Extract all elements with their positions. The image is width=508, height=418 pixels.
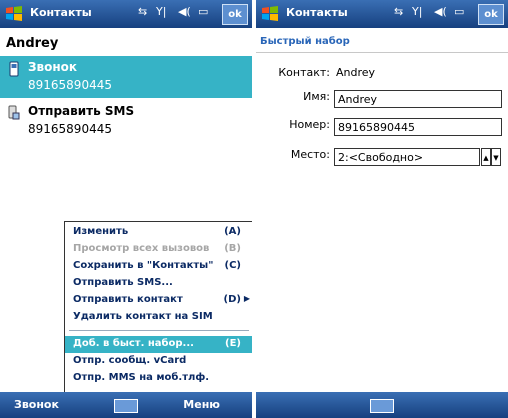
menu-item-label: Просмотр всех вызовов: [73, 243, 210, 254]
contact-value: Andrey: [336, 66, 376, 79]
menu-item-label: Доб. в быст. набор...: [73, 338, 194, 349]
ok-button[interactable]: ok: [478, 4, 504, 25]
menu-item-delete-sim-contact[interactable]: Удалить контакт на SIM: [65, 309, 252, 326]
contact-label: Контакт:: [278, 66, 330, 79]
submenu-arrow-icon: ▶: [243, 294, 250, 303]
contact-name: Andrey: [6, 36, 59, 51]
menu-item-label: Изменить: [73, 226, 129, 237]
softkey-right-button[interactable]: Меню: [183, 398, 220, 411]
menu-item-add-speed-dial[interactable]: Доб. в быст. набор... (E): [65, 336, 252, 353]
battery-icon[interactable]: ▭: [454, 5, 464, 18]
menu-item-save-to-contacts[interactable]: Сохранить в "Контакты" (C): [65, 258, 252, 275]
menu-item-key: (E): [225, 338, 241, 349]
keyboard-icon[interactable]: [114, 399, 138, 413]
menu-item-label: Удалить контакт на SIM: [73, 311, 213, 322]
name-label: Имя:: [303, 90, 330, 103]
menu-item-key: (B): [224, 243, 241, 254]
list-item-send-sms[interactable]: Отправить SMS 89165890445: [0, 100, 252, 142]
number-field[interactable]: 89165890445: [334, 118, 502, 136]
keyboard-icon[interactable]: [370, 399, 394, 413]
connectivity-icon[interactable]: ⇆: [394, 5, 403, 18]
list-item-label: Отправить SMS: [28, 104, 135, 118]
windows-start-icon[interactable]: [4, 4, 24, 24]
contact-details-screen: Контакты ⇆ Y| ◀( ▭ ok Andrey Звонок 8916…: [0, 0, 252, 418]
ok-button[interactable]: ok: [222, 4, 248, 25]
phone-icon: [9, 61, 19, 77]
signal-icon[interactable]: Y|: [412, 5, 422, 18]
volume-icon[interactable]: ◀(: [178, 5, 191, 18]
page-title: Быстрый набор: [260, 36, 350, 47]
list-item-call[interactable]: Звонок 89165890445: [0, 56, 252, 98]
menu-item-key: (D): [223, 294, 241, 305]
battery-icon[interactable]: ▭: [198, 5, 208, 18]
softkey-bar: [256, 392, 508, 418]
menu-item-label: Сохранить в "Контакты": [73, 260, 214, 271]
title-text: Контакты: [30, 6, 92, 19]
list-item-label: Звонок: [28, 60, 78, 74]
context-menu: Изменить (A) Просмотр всех вызовов (B) С…: [64, 221, 252, 395]
signal-icon[interactable]: Y|: [156, 5, 166, 18]
windows-start-icon[interactable]: [260, 4, 280, 24]
header-divider: [256, 52, 508, 53]
number-label: Номер:: [289, 118, 330, 131]
softkey-bar: Звонок Меню: [0, 392, 252, 418]
menu-item-send-contact[interactable]: Отправить контакт (D) ▶: [65, 292, 252, 309]
volume-icon[interactable]: ◀(: [434, 5, 447, 18]
menu-item-label: Отпр. MMS на моб.тлф.: [73, 372, 210, 383]
spin-up-icon[interactable]: ▲: [481, 148, 491, 166]
menu-item-key: (C): [224, 260, 241, 271]
connectivity-icon[interactable]: ⇆: [138, 5, 147, 18]
menu-item-edit[interactable]: Изменить (A): [65, 224, 252, 241]
menu-item-label: Отправить контакт: [73, 294, 183, 305]
softkey-left-button[interactable]: Звонок: [14, 398, 59, 411]
sms-icon: [8, 105, 20, 120]
title-bar: Контакты ⇆ Y| ◀( ▭ ok: [0, 0, 252, 28]
menu-item-label: Отправить SMS...: [73, 277, 173, 288]
menu-item-send-sms[interactable]: Отправить SMS...: [65, 275, 252, 292]
menu-item-send-mms[interactable]: Отпр. MMS на моб.тлф.: [65, 370, 252, 387]
menu-item-label: Отпр. сообщ. vCard: [73, 355, 187, 366]
place-field[interactable]: 2:<Свободно>: [334, 148, 480, 166]
list-item-number: 89165890445: [28, 122, 112, 136]
menu-item-send-vcard[interactable]: Отпр. сообщ. vCard: [65, 353, 252, 370]
spin-down-icon[interactable]: ▼: [491, 148, 501, 166]
list-item-number: 89165890445: [28, 78, 112, 92]
menu-item-key: (A): [224, 226, 241, 237]
menu-separator: [69, 330, 249, 331]
name-field[interactable]: Andrey: [334, 90, 502, 108]
place-label: Место:: [290, 148, 330, 161]
menu-item-view-all-calls[interactable]: Просмотр всех вызовов (B): [65, 241, 252, 258]
title-bar: Контакты ⇆ Y| ◀( ▭ ok: [256, 0, 508, 28]
speed-dial-screen: Контакты ⇆ Y| ◀( ▭ ok Быстрый набор Конт…: [256, 0, 508, 418]
title-text: Контакты: [286, 6, 348, 19]
